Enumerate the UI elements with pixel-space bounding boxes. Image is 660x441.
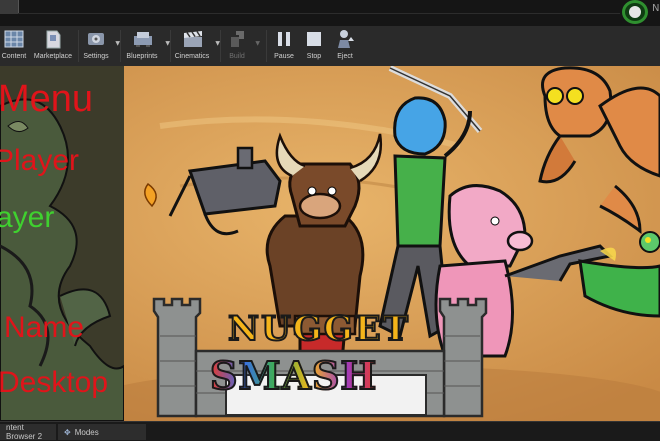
logo-title-bottom: SMASH [209,352,378,399]
title-divider [18,13,620,14]
editor-tab[interactable] [0,0,19,14]
content-browser-tab-label: ntent Browser 2 [6,423,43,441]
settings-icon [86,29,106,49]
logo-title-top: NUGGET [227,308,411,350]
game-menu-panel: Menu Player ayer Name Desktop [0,66,124,421]
content-button[interactable]: Content [0,26,28,66]
window-title: N [652,3,660,14]
content-icon [4,29,24,49]
stop-icon [304,29,324,49]
eject-button[interactable]: Eject [331,26,359,66]
menu-item-player-label: Player [0,144,80,177]
blueprints-button[interactable]: Blueprints ▼ [122,26,170,66]
marketplace-button[interactable]: Marketplace [30,26,76,66]
menu-item-desktop[interactable]: Desktop [0,366,108,400]
bottom-panel-tabs: ntent Browser 2 ✥ Modes [0,421,660,441]
chevron-down-icon[interactable]: ▼ [255,40,260,47]
modes-icon: ✥ [64,427,71,437]
menu-item-name[interactable]: Name [4,311,84,345]
pause-icon [274,29,294,49]
menu-item-desktop-label: Desktop [0,366,109,399]
pause-button[interactable]: Pause [270,26,298,66]
blueprints-icon [132,29,152,49]
game-viewport[interactable]: Menu Player ayer Name Desktop NUGGET SMA… [0,66,660,421]
menu-item-multiplayer[interactable]: ayer [0,201,54,235]
menu-title-label: Menu [0,78,94,120]
menu-item-player[interactable]: Player [0,144,79,178]
marketplace-icon [43,29,63,49]
stop-button[interactable]: Stop [301,26,327,66]
build-icon [227,29,247,49]
editor-toolbar: Content Marketplace Settings ▼ Blueprint… [0,26,660,67]
eject-icon [335,29,355,49]
menu-title[interactable]: Menu [0,78,93,121]
content-browser-tab[interactable]: ntent Browser 2 [0,423,56,441]
cinematics-icon [182,29,202,49]
settings-button[interactable]: Settings ▼ [80,26,120,66]
menu-item-multiplayer-label: ayer [0,201,55,234]
menu-item-name-label: Name [4,311,85,344]
unreal-logo-icon[interactable] [622,0,648,24]
modes-tab-label: Modes [74,427,99,437]
build-button[interactable]: Build ▼ [222,26,260,66]
window-title-bar: N [0,0,660,26]
cinematics-button[interactable]: Cinematics ▼ [172,26,220,66]
modes-tab[interactable]: ✥ Modes [58,424,146,440]
